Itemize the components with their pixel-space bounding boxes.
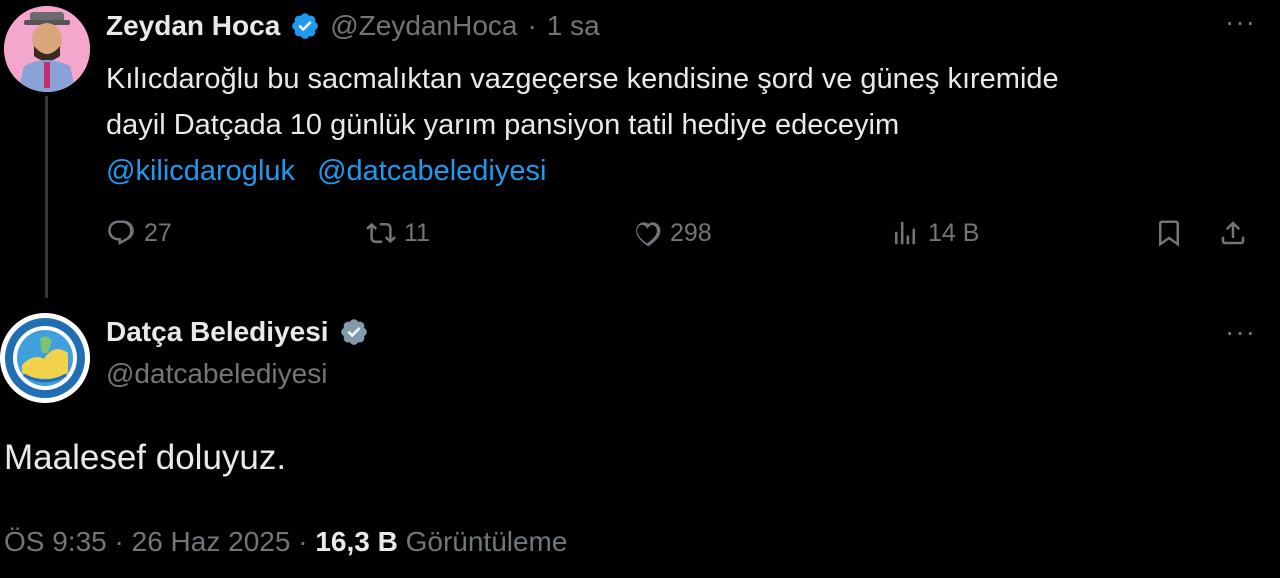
- reply-time[interactable]: ÖS 9:35: [4, 526, 107, 557]
- views-icon: [895, 221, 915, 245]
- reply-view-count: 16,3 B: [315, 526, 398, 557]
- more-icon[interactable]: ···: [1225, 316, 1256, 348]
- tweet-text-line-1: Kılıcdaroğlu bu sacmalıktan vazgeçerse k…: [106, 63, 1059, 95]
- reply-body: Maalesef doluyuz.: [4, 438, 287, 477]
- reply-author-name[interactable]: Datça Belediyesi: [106, 316, 329, 348]
- avatar-zeydan-hoca[interactable]: [4, 6, 90, 92]
- views-button[interactable]: 14 B: [890, 218, 979, 248]
- tweet-time[interactable]: 1 sa: [547, 10, 600, 42]
- municipality-logo-icon: [0, 313, 90, 403]
- reply-header: Datça Belediyesi: [106, 316, 369, 348]
- tweet-mentions: @kilicdarogluk @datcabelediyesi: [106, 148, 1256, 194]
- tweet-thread: Zeydan Hoca @ZeydanHoca · 1 sa ··· Kılıc…: [0, 0, 1280, 578]
- like-icon: [636, 222, 661, 247]
- author-name[interactable]: Zeydan Hoca: [106, 10, 280, 42]
- like-count: 298: [670, 218, 712, 247]
- reply-date[interactable]: 26 Haz 2025: [132, 526, 291, 557]
- retweet-count: 11: [404, 218, 430, 247]
- retweet-button[interactable]: 11: [366, 218, 430, 248]
- mention-link[interactable]: @kilicdarogluk: [106, 155, 295, 187]
- mention-link[interactable]: @datcabelediyesi: [317, 155, 546, 187]
- reply-author-handle[interactable]: @datcabelediyesi: [106, 358, 327, 390]
- thread-connector-line: [45, 96, 48, 298]
- tweet-body: Kılıcdaroğlu bu sacmalıktan vazgeçerse k…: [106, 56, 1256, 194]
- reply-icon: [108, 220, 134, 246]
- share-icon: [1221, 221, 1245, 245]
- avatar-image: [4, 6, 90, 92]
- more-icon[interactable]: ···: [1225, 6, 1256, 38]
- reply-view-label: Görüntüleme: [405, 526, 568, 557]
- share-button[interactable]: [1218, 218, 1248, 248]
- bookmark-icon: [1159, 220, 1179, 247]
- retweet-icon: [366, 222, 396, 244]
- like-button[interactable]: 298: [632, 218, 712, 248]
- verified-badge-icon: [292, 13, 319, 39]
- reply-count: 27: [144, 218, 172, 247]
- author-handle[interactable]: @ZeydanHoca: [330, 10, 517, 42]
- meta-separator: ·: [298, 526, 308, 557]
- reply-button[interactable]: 27: [106, 218, 172, 248]
- bookmark-button[interactable]: [1154, 218, 1184, 248]
- tweet-header: Zeydan Hoca @ZeydanHoca · 1 sa: [106, 10, 600, 42]
- reply-metadata: ÖS 9:35 · 26 Haz 2025 · 16,3 B Görüntüle…: [4, 526, 567, 558]
- verified-badge-icon: [340, 319, 367, 345]
- tweet-text-line-2: dayil Datçada 10 günlük yarım pansiyon t…: [106, 109, 900, 141]
- avatar-datca-belediyesi[interactable]: [0, 313, 90, 403]
- views-count: 14 B: [928, 218, 980, 247]
- time-separator: ·: [527, 10, 537, 41]
- meta-separator: ·: [114, 526, 124, 557]
- tweet-actions-bar: 27 11 298 14 B: [106, 218, 1262, 258]
